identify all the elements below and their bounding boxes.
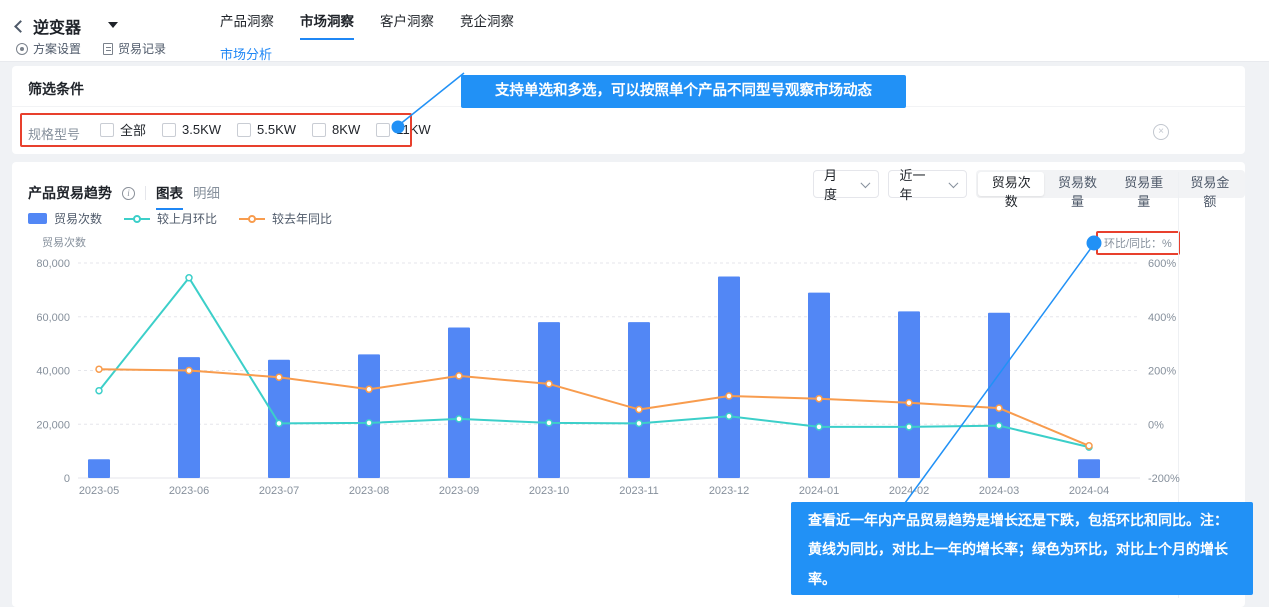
svg-text:0%: 0% bbox=[1148, 419, 1164, 431]
checkbox-box[interactable] bbox=[312, 123, 326, 137]
back-icon[interactable] bbox=[14, 20, 27, 33]
svg-text:2023-11: 2023-11 bbox=[619, 485, 659, 497]
svg-text:2024-01: 2024-01 bbox=[799, 485, 839, 497]
clear-filter-icon[interactable]: × bbox=[1153, 124, 1169, 140]
checkbox-label: 5.5KW bbox=[257, 122, 296, 137]
tab-市场洞察[interactable]: 市场洞察 bbox=[300, 10, 354, 40]
svg-text:2023-05: 2023-05 bbox=[79, 485, 119, 497]
page-title: 逆变器 bbox=[33, 14, 81, 38]
market-insight-page: 逆变器 方案设置 贸易记录 产品洞察市场洞察客户洞察竞企洞察 市场分析 筛选条件… bbox=[0, 0, 1269, 607]
checkbox-box[interactable] bbox=[376, 123, 390, 137]
sub-actions: 方案设置 贸易记录 bbox=[16, 40, 166, 57]
svg-text:2024-04: 2024-04 bbox=[1069, 485, 1109, 497]
svg-text:2023-10: 2023-10 bbox=[529, 485, 569, 497]
target-icon bbox=[16, 43, 28, 55]
svg-text:40,000: 40,000 bbox=[36, 366, 70, 378]
svg-text:2023-06: 2023-06 bbox=[169, 485, 209, 497]
svg-text:2023-09: 2023-09 bbox=[439, 485, 479, 497]
document-icon bbox=[103, 43, 113, 55]
tab-客户洞察[interactable]: 客户洞察 bbox=[380, 10, 434, 40]
svg-text:400%: 400% bbox=[1148, 312, 1176, 324]
svg-text:2023-07: 2023-07 bbox=[259, 485, 299, 497]
svg-text:0: 0 bbox=[64, 473, 70, 485]
trade-records-label: 贸易记录 bbox=[118, 40, 166, 57]
spec-model-label: 规格型号 bbox=[28, 124, 80, 143]
svg-text:2023-12: 2023-12 bbox=[709, 485, 749, 497]
spec-checkbox-3.5KW[interactable]: 3.5KW bbox=[162, 122, 221, 137]
checkbox-box[interactable] bbox=[237, 123, 251, 137]
spec-checkbox-11KW[interactable]: 11KW bbox=[376, 122, 430, 137]
scheme-settings-link[interactable]: 方案设置 bbox=[16, 40, 81, 57]
svg-text:80,000: 80,000 bbox=[36, 258, 70, 270]
checkbox-label: 3.5KW bbox=[182, 122, 221, 137]
svg-text:20,000: 20,000 bbox=[36, 419, 70, 431]
checkbox-label: 8KW bbox=[332, 122, 360, 137]
svg-text:200%: 200% bbox=[1148, 366, 1176, 378]
spec-checkbox-group: 全部 3.5KW 5.5KW 8KW 11KW bbox=[100, 120, 431, 139]
svg-text:2023-08: 2023-08 bbox=[349, 485, 389, 497]
title-dropdown-caret-icon[interactable] bbox=[108, 22, 118, 28]
filter-section-title: 筛选条件 bbox=[28, 79, 84, 99]
trend-tip-callout: 查看近一年内产品贸易趋势是增长还是下跌，包括环比和同比。注：黄线为同比，对比上一… bbox=[791, 502, 1253, 595]
insight-tabs: 产品洞察市场洞察客户洞察竞企洞察 bbox=[220, 0, 514, 40]
top-bar: 逆变器 方案设置 贸易记录 产品洞察市场洞察客户洞察竞企洞察 市场分析 bbox=[0, 0, 1269, 62]
svg-text:2024-03: 2024-03 bbox=[979, 485, 1019, 497]
checkbox-label: 全部 bbox=[120, 120, 146, 139]
tab-产品洞察[interactable]: 产品洞察 bbox=[220, 10, 274, 40]
spec-checkbox-5.5KW[interactable]: 5.5KW bbox=[237, 122, 296, 137]
scheme-settings-label: 方案设置 bbox=[33, 40, 81, 57]
checkbox-label: 11KW bbox=[396, 122, 430, 137]
svg-text:600%: 600% bbox=[1148, 258, 1176, 270]
spec-checkbox-8KW[interactable]: 8KW bbox=[312, 122, 360, 137]
filter-tip-callout: 支持单选和多选，可以按照单个产品不同型号观察市场动态 bbox=[461, 75, 906, 108]
checkbox-box[interactable] bbox=[100, 123, 114, 137]
spec-checkbox-全部[interactable]: 全部 bbox=[100, 120, 146, 139]
trade-records-link[interactable]: 贸易记录 bbox=[103, 40, 166, 57]
svg-text:60,000: 60,000 bbox=[36, 312, 70, 324]
checkbox-box[interactable] bbox=[162, 123, 176, 137]
svg-text:-200%: -200% bbox=[1148, 473, 1180, 485]
svg-text:2024-02: 2024-02 bbox=[889, 485, 929, 497]
tab-竞企洞察[interactable]: 竞企洞察 bbox=[460, 10, 514, 40]
